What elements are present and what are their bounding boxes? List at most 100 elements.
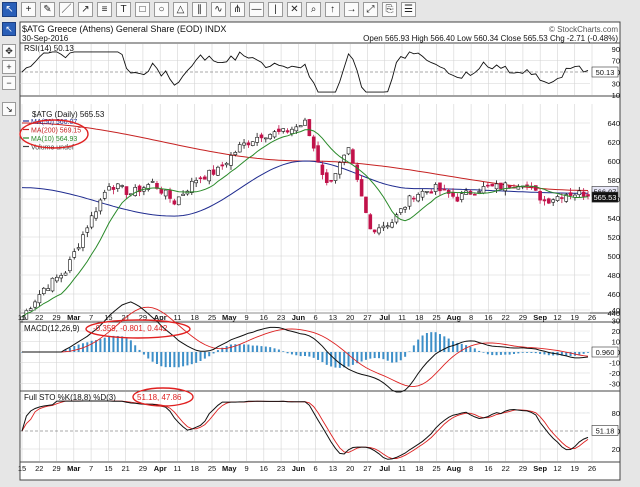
candle [442, 188, 447, 191]
macd-histogram-bar [386, 352, 389, 361]
candle [359, 179, 364, 197]
macd-histogram-bar [434, 332, 437, 352]
macd-histogram-bar [321, 352, 324, 363]
x-tick-label: 26 [588, 464, 596, 473]
stock-chart: $ATG Greece (Athens) General Share (EOD)… [18, 21, 621, 481]
candle [168, 190, 172, 199]
candle [568, 192, 573, 196]
candle [28, 308, 33, 312]
macd-histogram-bar [186, 352, 189, 366]
y-tick-label: -20 [609, 369, 620, 378]
candle [107, 186, 111, 191]
macd-histogram-bar [530, 352, 533, 353]
candle [320, 164, 325, 175]
y-tick-label: 90 [612, 45, 620, 54]
legend-item: MA(200) 569.15 [31, 128, 81, 135]
macd-values: -0.359, -0.801, 0.442 [93, 324, 168, 333]
y-tick-label: 460 [607, 290, 620, 299]
candle [102, 191, 107, 199]
x-tick-label: 22 [501, 464, 509, 473]
candle [268, 134, 272, 140]
candle [85, 227, 90, 233]
candle [494, 183, 499, 190]
candle [490, 183, 495, 187]
candle [416, 194, 421, 202]
macd-histogram-bar [173, 352, 176, 368]
macd-histogram-bar [125, 338, 128, 352]
macd-histogram-bar [338, 352, 341, 368]
candle [41, 287, 46, 294]
candle [381, 225, 386, 229]
x-tick-label: 20 [346, 464, 354, 473]
macd-histogram-bar [417, 339, 420, 352]
macd-histogram-bar [177, 352, 180, 368]
rsi-label: RSI(14) 50.13 [24, 44, 74, 53]
macd-histogram-bar [330, 352, 333, 367]
x-tick-label: 25 [208, 464, 216, 473]
candle [403, 206, 407, 210]
macd-histogram-bar [260, 346, 263, 352]
candle [250, 141, 255, 146]
candle [407, 195, 412, 207]
x-tick-label: 25 [432, 464, 440, 473]
macd-histogram-bar [108, 336, 111, 352]
x-tick-label: 18 [415, 464, 423, 473]
candle [98, 199, 103, 212]
x-tick-label: 22 [35, 464, 43, 473]
candle [194, 180, 198, 184]
macd-histogram-bar [425, 333, 428, 352]
y-tick-label: 480 [607, 271, 620, 280]
macd-histogram-bar [486, 352, 489, 355]
candle [264, 137, 268, 140]
macd-histogram-bar [212, 352, 215, 354]
macd-histogram-bar [216, 350, 219, 352]
last-value-label: 51.18 [596, 426, 615, 435]
x-tick-label: 16 [260, 464, 268, 473]
macd-histogram-bar [373, 352, 376, 359]
macd-histogram-bar [408, 351, 411, 352]
macd-histogram-bar [499, 352, 502, 355]
candle [63, 272, 68, 276]
candle [246, 142, 251, 146]
y-tick-label: 600 [607, 157, 620, 166]
candle [220, 164, 225, 167]
x-tick-label: Apr [154, 464, 167, 473]
macd-histogram-bar [151, 352, 154, 362]
y-tick-label: 10 [612, 91, 620, 100]
y-tick-label: 20 [612, 445, 620, 454]
candle [507, 185, 512, 188]
sto-values: 51.18, 47.86 [137, 393, 182, 402]
macd-histogram-bar [504, 352, 507, 355]
candle [37, 294, 42, 304]
candle [150, 181, 155, 183]
x-tick-label: Sep [533, 464, 547, 473]
last-value-label: 0.960 [596, 348, 615, 357]
macd-histogram-bar [190, 352, 193, 365]
macd-histogram-bar [121, 336, 124, 352]
macd-histogram-bar [534, 352, 537, 354]
candle [472, 193, 477, 196]
macd-histogram-bar [526, 352, 529, 353]
x-tick-label: 8 [469, 464, 473, 473]
candle [224, 162, 229, 166]
candle [311, 136, 316, 149]
y-tick-label: 500 [607, 252, 620, 261]
macd-histogram-bar [195, 352, 198, 363]
x-tick-label: 27 [363, 464, 371, 473]
macd-histogram-bar [469, 346, 472, 352]
macd-histogram-bar [90, 340, 93, 352]
macd-histogram-bar [155, 352, 158, 364]
x-tick-label: 6 [314, 464, 318, 473]
macd-histogram-bar [73, 346, 76, 352]
candle [159, 188, 164, 194]
macd-histogram-bar [378, 352, 381, 359]
candle [211, 169, 216, 175]
macd-histogram-bar [116, 335, 119, 352]
candle [285, 130, 290, 133]
y-tick-label: -30 [609, 380, 620, 389]
candle [111, 187, 116, 190]
macd-histogram-bar [243, 344, 246, 352]
macd-histogram-bar [203, 352, 206, 359]
y-tick-label: -10 [609, 359, 620, 368]
candle [420, 190, 425, 198]
